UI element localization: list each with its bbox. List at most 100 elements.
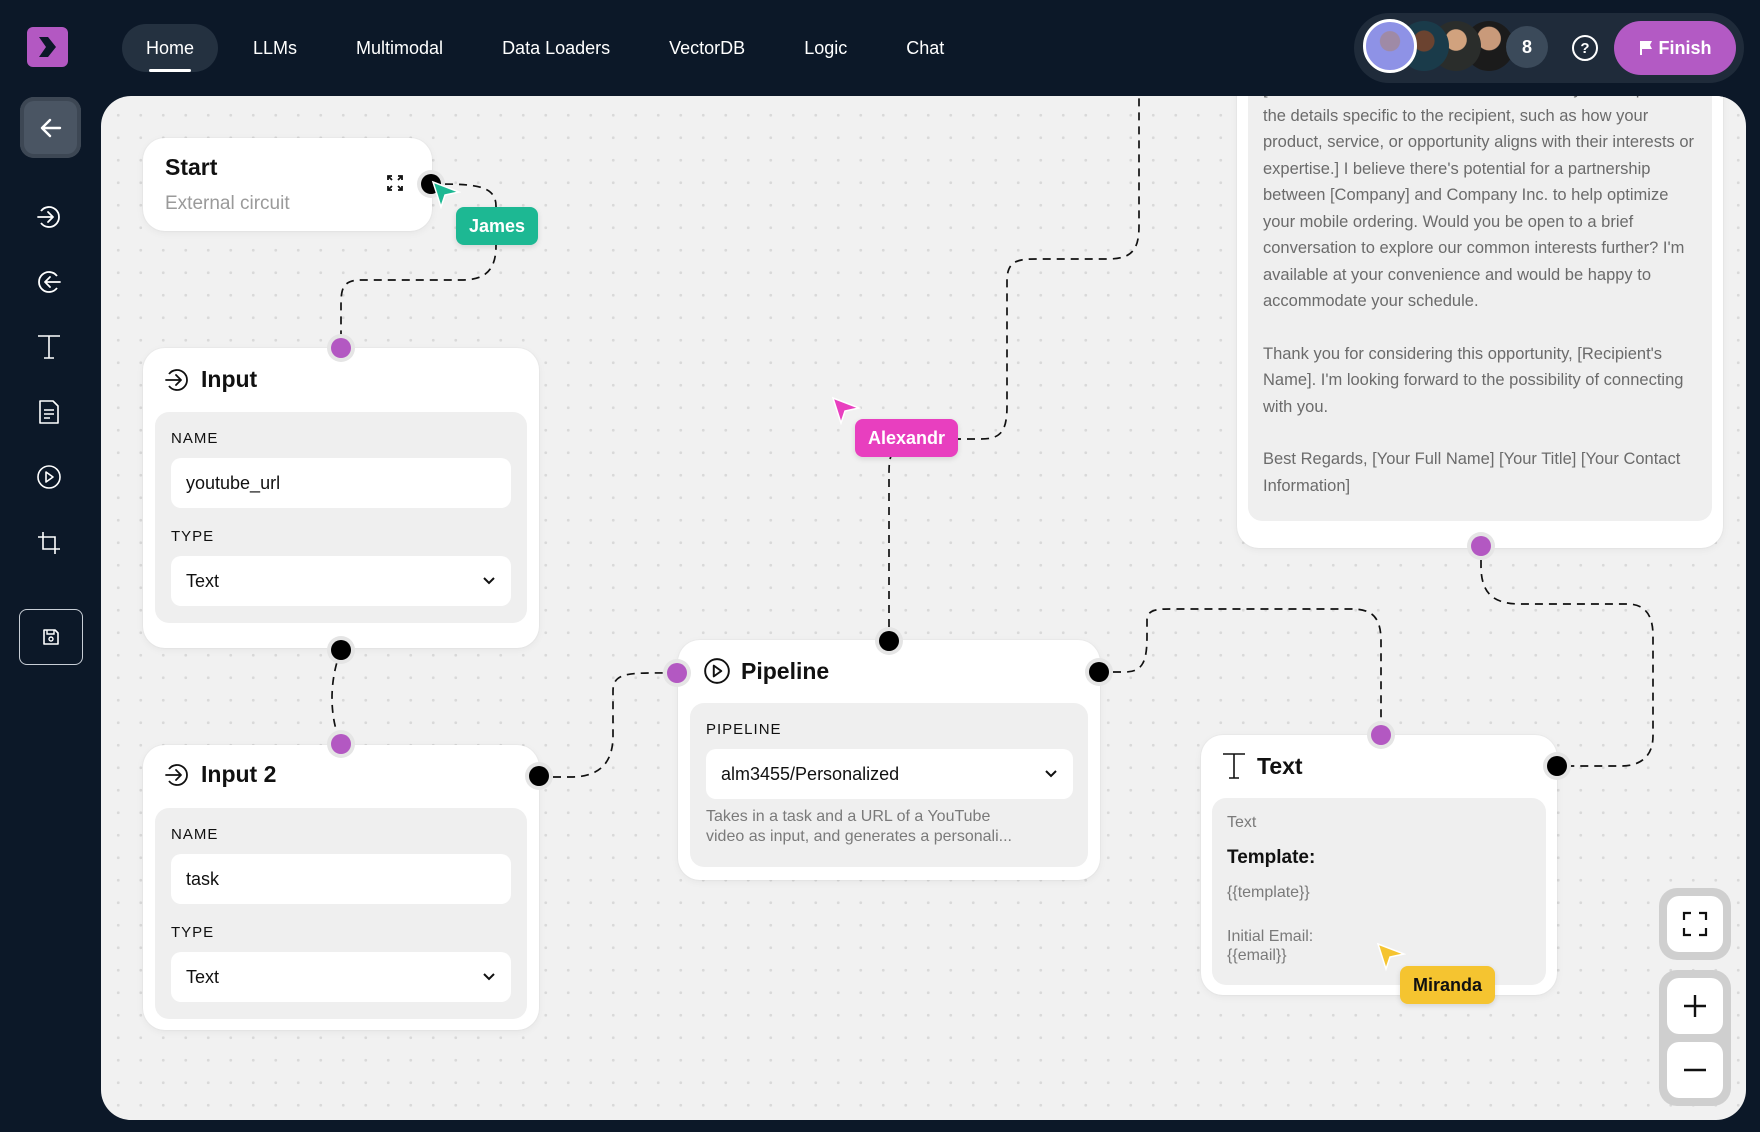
nav-tab-multimodal[interactable]: Multimodal [332, 24, 467, 72]
sidebar-item-document[interactable] [33, 396, 65, 428]
fullscreen-icon [1682, 911, 1708, 937]
email-paragraph: [Insert custom content here. Here's wher… [1263, 96, 1695, 310]
email-output-port[interactable] [1467, 532, 1495, 560]
input2-input-port[interactable] [327, 730, 355, 758]
type-select-value: Text [186, 966, 220, 987]
input-icon [37, 206, 60, 228]
zoom-out-button[interactable] [1667, 1042, 1723, 1098]
nav-tab-logic[interactable]: Logic [780, 24, 871, 72]
plus-icon [1684, 995, 1706, 1017]
collaboration-bar: 8 ? Finish [1354, 13, 1744, 83]
pipeline-icon [37, 465, 61, 489]
chevron-down-icon [483, 577, 495, 585]
node-body: PIPELINE alm3455/Personalized Takes in a… [690, 703, 1088, 867]
type-label: TYPE [171, 528, 215, 545]
nav-tab-llms[interactable]: LLMs [229, 24, 321, 72]
sidebar-item-output[interactable] [33, 266, 65, 298]
sidebar-item-input[interactable] [33, 201, 65, 233]
wire-top-to-pipeline [888, 437, 902, 641]
input2-output-port[interactable] [525, 762, 553, 790]
crop-icon [38, 532, 60, 554]
nav-tab-chat[interactable]: Chat [882, 24, 968, 72]
template-heading: Template: [1227, 847, 1316, 868]
text-icon [1223, 753, 1245, 779]
node-header: Input 2 [163, 761, 276, 788]
wire-alexandr-to-top [953, 96, 1140, 440]
type-select-value: Text [186, 570, 220, 591]
finish-label: Finish [1658, 37, 1712, 58]
sidebar-item-pipeline[interactable] [33, 461, 65, 493]
pipeline-icon [704, 658, 730, 684]
pipeline-output-port[interactable] [1085, 658, 1113, 686]
node-subtitle: External circuit [165, 193, 290, 214]
output-icon [38, 271, 61, 293]
document-icon [39, 400, 59, 424]
chevron-down-icon [1045, 770, 1057, 778]
fit-view-control [1659, 888, 1731, 960]
input2-node[interactable]: Input 2 NAME task TYPE Text [143, 745, 539, 1030]
node-body: NAME youtube_url TYPE Text [155, 412, 527, 623]
nav-tab-home[interactable]: Home [122, 24, 219, 72]
text-icon [38, 335, 60, 359]
email-paragraph: Best Regards, [Your Full Name] [Your Tit… [1263, 450, 1681, 495]
text-label: Text [1227, 814, 1257, 831]
type-label: TYPE [171, 924, 215, 941]
input-node[interactable]: Input NAME youtube_url TYPE Text [143, 348, 539, 648]
sidebar-item-crop[interactable] [33, 527, 65, 559]
node-header: Text [1221, 751, 1303, 781]
fit-view-button[interactable] [1667, 896, 1723, 952]
name-input[interactable]: task [171, 854, 511, 904]
pipeline-description: Takes in a task and a URL of a YouTube v… [706, 808, 1012, 845]
pipeline-input-port-top[interactable] [875, 627, 903, 655]
expand-icon[interactable] [386, 174, 404, 192]
name-label: NAME [171, 826, 219, 843]
input-icon [165, 368, 188, 391]
help-icon[interactable]: ? [1572, 35, 1598, 61]
email-paragraph: Thank you for considering this opportuni… [1263, 344, 1684, 416]
wire-pipeline-to-text [1113, 608, 1382, 736]
save-button[interactable] [19, 609, 83, 665]
sidebar-item-text[interactable] [33, 331, 65, 363]
zoom-controls [1659, 970, 1731, 1106]
collaborator-count-badge[interactable]: 8 [1506, 26, 1548, 68]
node-header: Pipeline [703, 657, 829, 685]
finish-button[interactable]: Finish [1614, 21, 1736, 75]
zoom-in-button[interactable] [1667, 978, 1723, 1034]
node-title: Input 2 [201, 761, 277, 787]
text-output-port[interactable] [1543, 752, 1571, 780]
pipeline-node[interactable]: Pipeline PIPELINE alm3455/Personalized T… [678, 640, 1100, 880]
flow-canvas[interactable]: Start External circuit Input NAME youtub… [101, 96, 1746, 1120]
input-input-port[interactable] [327, 334, 355, 362]
pipeline-input-port-left[interactable] [663, 659, 691, 687]
node-header: Input [163, 366, 257, 393]
collaborator-cursor-label: Miranda [1400, 966, 1496, 1004]
nav-tab-vectordb[interactable]: VectorDB [645, 24, 769, 72]
text-input-port[interactable] [1367, 721, 1395, 749]
back-button[interactable] [20, 97, 81, 158]
node-title: Pipeline [741, 657, 830, 684]
type-select[interactable]: Text [171, 556, 511, 606]
chevron-right-logo-icon [39, 37, 56, 57]
arrow-left-icon [40, 118, 61, 137]
avatar[interactable] [1363, 19, 1417, 73]
pipeline-select[interactable]: alm3455/Personalized [706, 749, 1073, 799]
top-nav: Home LLMs Multimodal Data Loaders Vector… [122, 24, 979, 72]
wire-email-to-text [1480, 546, 1654, 767]
nav-tab-data-loaders[interactable]: Data Loaders [478, 24, 634, 72]
pipeline-label: PIPELINE [706, 721, 782, 738]
collaborator-cursor-label: Alexandr [855, 419, 959, 457]
collaborator-cursor-label: James [456, 207, 539, 245]
node-title: Start [165, 154, 218, 180]
name-input[interactable]: youtube_url [171, 458, 511, 508]
email-content: [Insert custom content here. Here's wher… [1263, 96, 1703, 525]
minus-icon [1684, 1068, 1706, 1072]
node-body: NAME task TYPE Text [155, 808, 527, 1019]
chevron-down-icon [483, 973, 495, 981]
template-variable: {{template}} [1227, 884, 1310, 901]
wire-input2-to-pipeline [539, 672, 678, 778]
app-logo[interactable] [27, 27, 68, 67]
type-select[interactable]: Text [171, 952, 511, 1002]
start-node[interactable]: Start External circuit [143, 138, 432, 231]
node-title: Input [201, 366, 258, 392]
input-output-port[interactable] [327, 636, 355, 664]
